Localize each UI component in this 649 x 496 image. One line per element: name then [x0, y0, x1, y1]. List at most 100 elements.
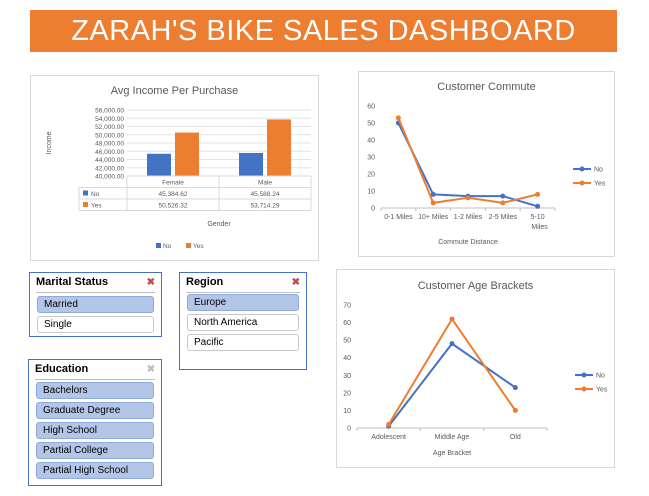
- y-tick-label: 20: [343, 390, 351, 397]
- legend-label: No: [596, 373, 605, 380]
- y-tick-label: 50,000.00: [95, 132, 124, 139]
- commute-chart: 0 10 20 30 40 50 60 0-1 Miles 10+ Miles 1-2 Miles…: [367, 104, 606, 247]
- bar-no-female: [147, 153, 171, 176]
- x-tick-label: Old: [510, 434, 521, 441]
- data-point-no: [500, 193, 506, 199]
- region-slicer[interactable]: Region ✖ Europe North America Pacific: [179, 272, 307, 370]
- table-row-label: No: [91, 191, 100, 198]
- marital-status-slicer[interactable]: Marital Status ✖ Married Single: [29, 272, 162, 337]
- series-line-yes: [387, 317, 517, 426]
- data-point-yes: [395, 115, 401, 121]
- x-tick-label: 0-1 Miles: [384, 214, 413, 221]
- y-tick-label: 40: [343, 355, 351, 362]
- slicer-item-pacific[interactable]: Pacific: [187, 334, 299, 351]
- x-tick-label: 10+ Miles: [418, 214, 449, 221]
- legend-label: No: [594, 167, 603, 174]
- clear-filter-icon[interactable]: ✖: [147, 364, 155, 375]
- y-tick-label: 50: [343, 338, 351, 345]
- x-tick-label: 5-10 Miles: [531, 214, 549, 231]
- legend-key: [83, 202, 88, 207]
- data-point-yes: [430, 200, 436, 206]
- y-tick-label: 10: [367, 189, 375, 196]
- income-chart-panel[interactable]: Avg Income Per Purchase 56,000.00 54,000.…: [30, 75, 319, 261]
- y-tick-label: 52,000.00: [95, 124, 124, 131]
- y-tick-label: 0: [347, 426, 351, 433]
- marital-status-slicer-header: Marital Status ✖: [36, 276, 155, 293]
- bar-yes-male: [267, 119, 291, 176]
- y-tick-label: 48,000.00: [95, 141, 124, 148]
- data-point-yes: [500, 200, 506, 206]
- clear-filter-icon[interactable]: ✖: [292, 277, 300, 288]
- table-cell: 53,714.29: [251, 203, 280, 210]
- legend-marker: [581, 386, 587, 392]
- age-chart-panel[interactable]: Customer Age Brackets 0 10 20 30 40 50 60 70 Ado…: [336, 269, 615, 468]
- dashboard-title: ZARAH'S BIKE SALES DASHBOARD: [30, 10, 617, 52]
- y-tick-label: 70: [343, 303, 351, 310]
- y-tick-label: 30: [367, 155, 375, 162]
- data-point-yes: [386, 421, 392, 427]
- table-cell: 50,526.32: [159, 203, 188, 210]
- legend-key: [83, 190, 88, 196]
- region-slicer-title: Region: [186, 276, 224, 288]
- legend-key: [186, 243, 191, 248]
- y-tick-label: 0: [371, 206, 375, 213]
- slicer-item-partial-college[interactable]: Partial College: [36, 442, 154, 459]
- marital-status-slicer-title: Marital Status: [36, 276, 109, 288]
- slicer-item-high-school[interactable]: High School: [36, 422, 154, 439]
- x-tick-label: Middle Age: [435, 434, 470, 441]
- y-tick-label: 42,000.00: [95, 165, 124, 172]
- table-cell: 45,384.62: [159, 191, 188, 198]
- slicer-item-partial-high-school[interactable]: Partial High School: [36, 462, 154, 479]
- education-slicer-header: Education ✖: [35, 363, 155, 380]
- x-axis-label: Age Bracket: [433, 450, 471, 457]
- legend-label: Yes: [193, 243, 204, 250]
- legend-label: Yes: [594, 181, 606, 188]
- x-axis-label: Commute Distance: [438, 239, 498, 246]
- legend-label: Yes: [596, 387, 608, 394]
- data-point-no: [449, 341, 455, 347]
- region-slicer-header: Region ✖: [186, 276, 300, 293]
- y-tick-label: 46,000.00: [95, 149, 124, 156]
- data-point-yes: [449, 316, 455, 322]
- x-tick-label: Adolescent: [371, 434, 406, 441]
- y-tick-label: 56,000.00: [95, 108, 124, 115]
- y-tick-label: 40: [367, 138, 375, 145]
- slicer-item-married[interactable]: Married: [37, 296, 154, 313]
- category-label: Female: [162, 180, 184, 187]
- slicer-item-bachelors[interactable]: Bachelors: [36, 382, 154, 399]
- commute-chart-panel[interactable]: Customer Commute 0 10 20 30 40 50 60 0-1 Miles 1…: [358, 71, 615, 257]
- data-point-yes: [512, 407, 518, 413]
- slicer-item-graduate-degree[interactable]: Graduate Degree: [36, 402, 154, 419]
- education-slicer-title: Education: [35, 363, 89, 375]
- slicer-item-europe[interactable]: Europe: [187, 294, 299, 311]
- y-tick-label: 20: [367, 172, 375, 179]
- slicer-item-north-america[interactable]: North America: [187, 314, 299, 331]
- bar-yes-female: [175, 132, 199, 176]
- legend-label: No: [163, 243, 172, 250]
- income-chart: 56,000.0054,000.0052,000.0050,000.00 48,0…: [46, 108, 312, 250]
- y-tick-label: 10: [343, 408, 351, 415]
- data-point-yes: [535, 191, 541, 197]
- x-axis-label: Gender: [207, 221, 231, 228]
- y-tick-label: 60: [343, 320, 351, 327]
- y-tick-label: 60: [367, 104, 375, 111]
- clear-filter-icon[interactable]: ✖: [147, 277, 155, 288]
- bar-no-male: [239, 152, 263, 176]
- slicer-item-single[interactable]: Single: [37, 316, 154, 333]
- series-line-no: [387, 342, 516, 427]
- legend-key: [156, 243, 161, 248]
- data-point-yes: [465, 195, 471, 201]
- table-row-label: Yes: [91, 203, 102, 210]
- y-tick-label: 44,000.00: [95, 157, 124, 164]
- education-slicer[interactable]: Education ✖ Bachelors Graduate Degree High…: [28, 359, 162, 486]
- table-cell: 45,588.24: [251, 191, 280, 198]
- data-point-no: [535, 203, 541, 209]
- y-axis-label: Income: [46, 131, 53, 154]
- y-tick-label: 30: [343, 373, 351, 380]
- category-label: Male: [258, 180, 272, 187]
- legend-marker: [579, 166, 585, 172]
- series-line-yes: [397, 117, 538, 205]
- x-tick-label: 2-5 Miles: [489, 214, 518, 221]
- y-tick-label: 54,000.00: [95, 116, 124, 123]
- y-tick-label: 40,000.00: [95, 174, 124, 181]
